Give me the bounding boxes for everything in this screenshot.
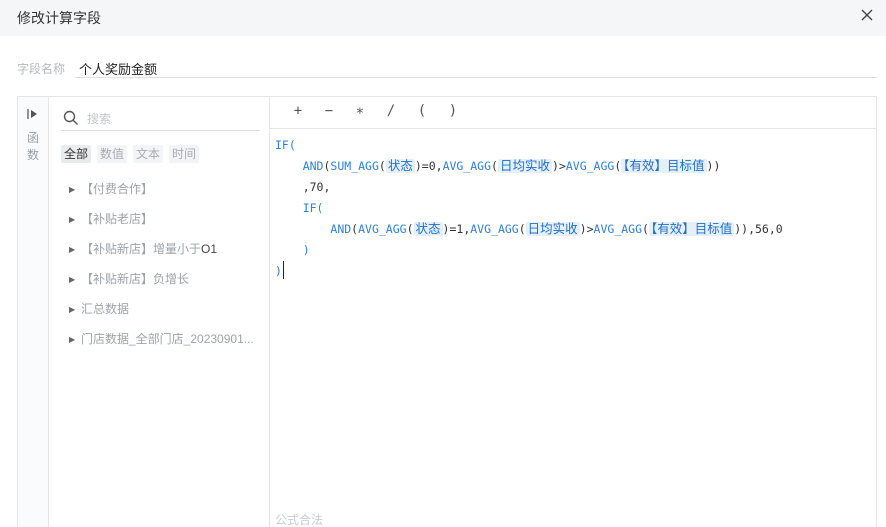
field-token[interactable]: 日均实收 [525, 222, 580, 236]
op-open-paren-button[interactable]: ( [412, 103, 432, 121]
field-name-label: 字段名称 [17, 62, 66, 76]
field-token[interactable]: 日均实收 [497, 159, 552, 173]
caret-right-icon: ▶ [69, 215, 76, 224]
tree-node-label: 门店数据_全部门店_20230901... [81, 332, 254, 346]
operator-toolbar: + − ∗ / ( ) [270, 97, 876, 129]
tree-node-label: 【补贴新店】 [81, 242, 154, 256]
op-plus-button[interactable]: + [288, 103, 308, 121]
field-list-panel: 全部 数值 文本 时间 ▶ 【付费合作】 ▶ 【补贴老店】 ▶ 【补贴新店】增量小于O… [49, 97, 270, 527]
field-name-underline [75, 77, 877, 78]
code-line: ,70, [275, 177, 783, 198]
filter-time[interactable]: 时间 [169, 145, 200, 163]
tree-node[interactable]: ▶ 汇总数据 [69, 299, 269, 329]
op-minus-button[interactable]: − [319, 103, 339, 121]
code-token: ),56,0 [741, 222, 783, 236]
code-line: AND(AVG_AGG(状态)=1,AVG_AGG(日均实收)>AVG_AGG(… [330, 222, 783, 236]
code-token: AVG_AGG [565, 159, 615, 173]
search-box [61, 107, 260, 131]
filter-all[interactable]: 全部 [61, 145, 92, 163]
caret-right-icon: ▶ [69, 305, 76, 314]
tree-node[interactable]: ▶ 【补贴老店】 [69, 209, 269, 239]
field-token[interactable]: 状态 [413, 222, 443, 236]
tree-node[interactable]: ▶ 门店数据_全部门店_20230901... [69, 329, 269, 359]
code-token: ) [275, 264, 282, 278]
field-token[interactable]: 【有效】目标值 [648, 222, 735, 236]
filter-number[interactable]: 数值 [97, 145, 128, 163]
close-icon[interactable] [858, 6, 876, 24]
code-line: IF( [275, 198, 783, 219]
tree-node[interactable]: ▶ 【补贴新店】增量小于O1 [69, 239, 269, 269]
caret-right-icon: ▶ [69, 185, 76, 194]
search-input[interactable] [87, 110, 247, 128]
tree-node[interactable]: ▶ 【付费合作】 [69, 179, 269, 209]
code-token: ) [302, 243, 310, 257]
code-line: ) [275, 261, 783, 282]
code-line: ) [275, 240, 783, 261]
type-filter: 全部 数值 文本 时间 [61, 145, 205, 165]
tree-node-label: O1 [201, 242, 218, 256]
code-token: AVG_AGG [358, 222, 407, 236]
field-tree: ▶ 【付费合作】 ▶ 【补贴老店】 ▶ 【补贴新店】增量小于O1 ▶ 【补贴新店】负增长… [69, 179, 269, 359]
search-icon [63, 110, 78, 125]
dialog-title: 修改计算字段 [17, 10, 101, 26]
code-token: > [558, 159, 566, 173]
caret-right-icon: ▶ [69, 245, 76, 254]
formula-status: 公式合法 [275, 513, 324, 527]
code-line: AND(SUM_AGG(状态)=0,AVG_AGG(日均实收)>AVG_AGG(… [302, 159, 721, 173]
code-token: AVG_AGG [470, 222, 519, 236]
code-token: IF( [275, 138, 296, 152]
tree-node-label: 【补贴新店】负增长 [81, 272, 190, 286]
dialog-header: 修改计算字段 [0, 0, 886, 36]
tree-node-label: 增量小于 [153, 242, 202, 256]
field-name-row: 字段名称 个人奖励金额 [17, 56, 877, 78]
collapse-arrow-icon[interactable] [26, 107, 40, 121]
functions-tab[interactable]: 函数 [27, 130, 39, 164]
tree-node-label: 【补贴老店】 [81, 212, 154, 226]
field-token[interactable]: 状态 [385, 159, 415, 173]
code-token: ,70, [302, 180, 331, 194]
code-token: IF( [302, 201, 324, 215]
tree-node[interactable]: ▶ 【补贴新店】负增长 [69, 269, 269, 299]
code-token: =1, [449, 222, 471, 236]
tree-node-label: 汇总数据 [81, 302, 130, 316]
text-cursor [282, 261, 284, 279]
caret-right-icon: ▶ [69, 275, 76, 284]
code-token: =0, [421, 159, 443, 173]
code-token: AND [302, 159, 324, 173]
code-token: AVG_AGG [442, 159, 492, 173]
filter-text[interactable]: 文本 [133, 145, 164, 163]
code-token: AVG_AGG [593, 222, 643, 236]
code-line: IF( [275, 135, 783, 156]
tree-node-label: 【付费合作】 [81, 182, 154, 196]
caret-right-icon: ▶ [69, 335, 76, 344]
formula-panel: 函数 全部 数值 文本 时间 ▶ 【付费合作】 ▶ 【补贴老店】 ▶ 【补贴新店】增量… [17, 96, 877, 527]
op-divide-button[interactable]: / [381, 103, 401, 121]
code-token: SUM_AGG [330, 159, 379, 173]
field-name-input[interactable]: 个人奖励金额 [79, 59, 157, 78]
formula-editor: + − ∗ / ( ) IF( AND(SUM_AGG(状态)=0,AVG_AG… [270, 97, 876, 527]
op-close-paren-button[interactable]: ) [443, 103, 463, 121]
function-rail: 函数 [18, 97, 49, 527]
code-token: > [586, 222, 594, 236]
field-token[interactable]: 【有效】目标值 [621, 159, 707, 173]
op-multiply-button[interactable]: ∗ [350, 103, 370, 121]
formula-code[interactable]: IF( AND(SUM_AGG(状态)=0,AVG_AGG(日均实收)>AVG_… [275, 135, 783, 282]
code-token: AND [330, 222, 352, 236]
